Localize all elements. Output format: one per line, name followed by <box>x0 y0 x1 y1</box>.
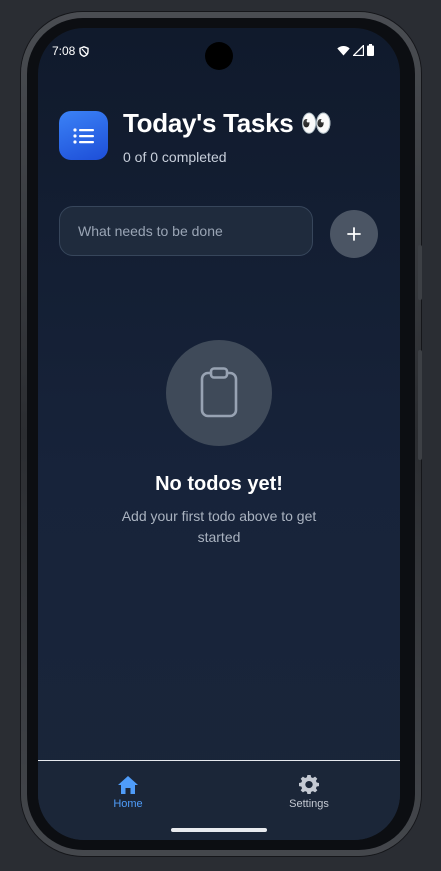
clipboard-icon <box>200 367 238 418</box>
power-button <box>418 350 422 460</box>
nav-label-home: Home <box>113 798 143 810</box>
screen: 7:08 Today's Tasks 👀 0 of 0 completed Wh… <box>38 28 400 840</box>
completion-count: 0 of 0 completed <box>123 149 227 165</box>
page-title: Today's Tasks 👀 <box>123 108 333 138</box>
shield-icon <box>79 45 90 57</box>
todo-input[interactable] <box>60 207 312 255</box>
volume-button <box>418 245 422 300</box>
empty-state-title: No todos yet! <box>155 473 283 495</box>
nav-item-home[interactable]: Home <box>88 775 168 810</box>
status-time: 7:08 <box>52 44 76 58</box>
status-bar-right <box>337 44 374 56</box>
battery-icon <box>367 44 374 56</box>
plus-icon <box>347 227 361 241</box>
status-bar-left: 7:08 <box>52 44 90 58</box>
home-icon <box>118 776 138 794</box>
nav-item-settings[interactable]: Settings <box>269 775 349 810</box>
list-icon <box>72 127 94 144</box>
home-indicator[interactable] <box>171 828 267 832</box>
front-camera <box>205 42 233 70</box>
wifi-icon <box>337 45 350 55</box>
nav-label-settings: Settings <box>289 798 329 810</box>
cell-signal-icon <box>353 44 364 56</box>
empty-state-description: Add your first todo above to get started <box>121 508 317 545</box>
app-logo <box>59 111 108 160</box>
empty-state-illustration <box>166 340 272 446</box>
todo-input-container <box>59 206 313 256</box>
gear-icon <box>299 775 319 795</box>
add-todo-button[interactable] <box>330 210 378 258</box>
